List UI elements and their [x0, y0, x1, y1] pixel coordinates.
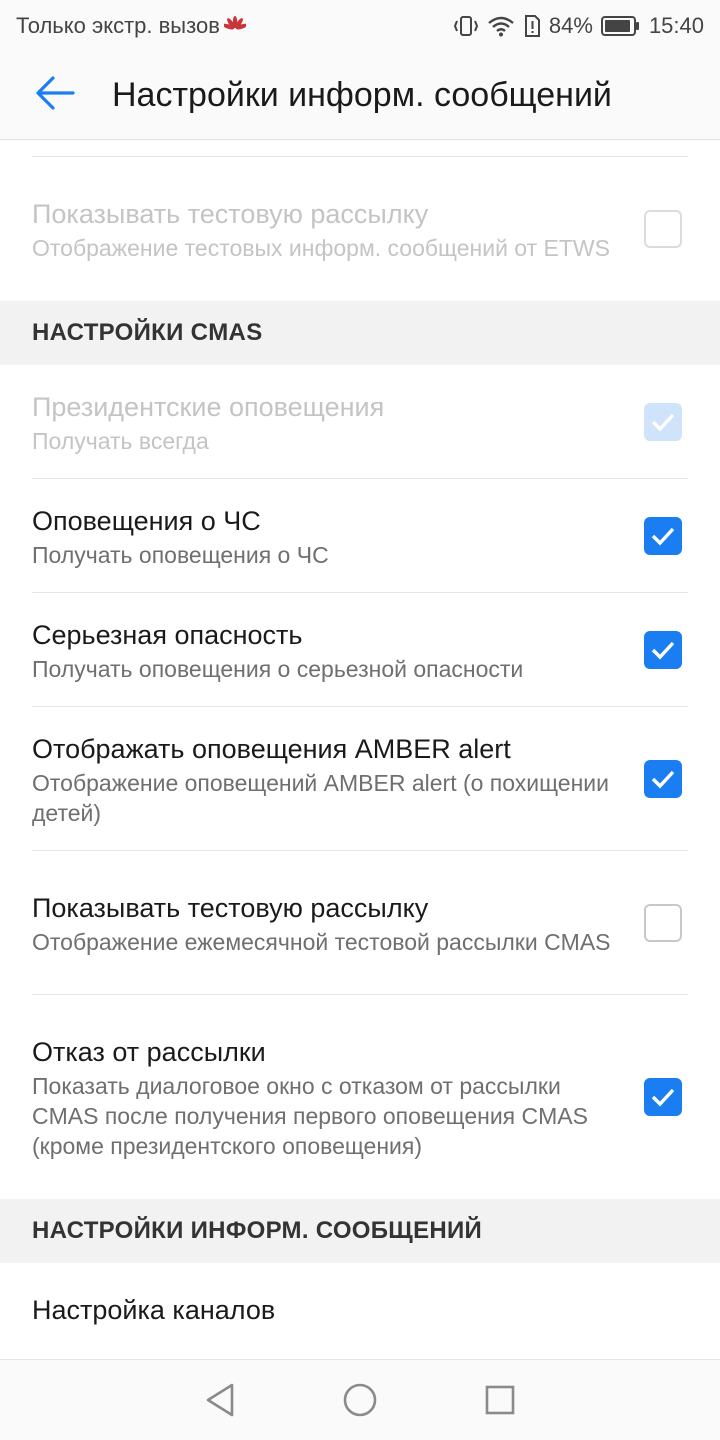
presidential-alerts-item: Президентские оповещения Получать всегда — [0, 365, 720, 479]
checkmark-icon — [651, 641, 675, 660]
back-button[interactable] — [0, 52, 110, 140]
etws-test-checkbox — [644, 210, 682, 248]
item-summary: Получать оповещения о ЧС — [32, 542, 329, 568]
amber-alert-item[interactable]: Отображать оповещения AMBER alert Отобра… — [0, 707, 720, 851]
item-summary: Отображение тестовых информ. сообщений о… — [32, 235, 610, 261]
item-title: Отображать оповещения AMBER alert — [32, 734, 511, 764]
item-title: Серьезная опасность — [32, 620, 303, 650]
nav-back-button[interactable] — [190, 1370, 250, 1430]
item-title: Настройка каналов — [32, 1295, 276, 1325]
carrier-text: Только экстр. вызов — [16, 13, 220, 38]
status-left: Только экстр. вызов — [16, 13, 246, 39]
scroll-remnant — [0, 141, 720, 157]
square-recents-icon — [485, 1385, 515, 1415]
status-right: 84% 15:40 — [453, 13, 704, 39]
item-title: Оповещения о ЧС — [32, 506, 261, 536]
emergency-alerts-checkbox[interactable] — [644, 517, 682, 555]
presidential-alerts-checkbox — [644, 403, 682, 441]
opt-out-checkbox[interactable] — [644, 1078, 682, 1116]
item-title: Показывать тестовую рассылку — [32, 199, 429, 229]
item-summary: Показать диалоговое окно с отказом от ра… — [32, 1073, 588, 1159]
item-summary: Отображение оповещений AMBER alert (о по… — [32, 770, 609, 826]
item-summary: Получать оповещения о серьезной опасност… — [32, 656, 524, 682]
checkmark-icon — [651, 770, 675, 789]
wifi-icon — [487, 15, 515, 37]
navigation-bar — [0, 1359, 720, 1440]
cmas-test-broadcast-item[interactable]: Показывать тестовую рассылку Отображение… — [0, 851, 720, 995]
severe-threat-item[interactable]: Серьезная опасность Получать оповещения … — [0, 593, 720, 707]
settings-list[interactable]: Показывать тестовую рассылку Отображение… — [0, 141, 720, 1359]
checkmark-icon — [651, 413, 675, 432]
emergency-alerts-item[interactable]: Оповещения о ЧС Получать оповещения о ЧС — [0, 479, 720, 593]
app-bar: Настройки информ. сообщений — [0, 52, 720, 140]
cmas-test-checkbox[interactable] — [644, 904, 682, 942]
amber-alert-checkbox[interactable] — [644, 760, 682, 798]
huawei-logo-icon — [223, 15, 246, 37]
vibrate-icon — [453, 14, 479, 38]
item-title: Показывать тестовую рассылку — [32, 893, 429, 923]
etws-test-broadcast-item: Показывать тестовую рассылку Отображение… — [0, 157, 720, 301]
battery-icon — [600, 15, 641, 37]
section-header-broadcast: НАСТРОЙКИ ИНФОРМ. СООБЩЕНИЙ — [0, 1199, 720, 1263]
checkmark-icon — [651, 1088, 675, 1107]
sim-alert-icon — [523, 14, 541, 38]
checkmark-icon — [651, 527, 675, 546]
item-title: Отказ от рассылки — [32, 1037, 266, 1067]
status-bar: Только экстр. вызов 84% 15:40 — [0, 0, 720, 52]
battery-percent: 84% — [548, 13, 593, 38]
clock: 15:40 — [648, 13, 704, 38]
item-summary: Отображение ежемесячной тестовой рассылк… — [32, 929, 611, 955]
arrow-left-icon — [35, 76, 75, 115]
item-summary: Получать всегда — [32, 428, 209, 454]
circle-home-icon — [343, 1383, 377, 1417]
item-title: Президентские оповещения — [32, 392, 385, 422]
channel-settings-item[interactable]: Настройка каналов — [0, 1263, 720, 1357]
severe-threat-checkbox[interactable] — [644, 631, 682, 669]
section-header-cmas: НАСТРОЙКИ CMAS — [0, 301, 720, 365]
nav-home-button[interactable] — [330, 1370, 390, 1430]
triangle-back-icon — [206, 1383, 234, 1417]
nav-recents-button[interactable] — [470, 1370, 530, 1430]
page-title: Настройки информ. сообщений — [112, 76, 612, 114]
opt-out-item[interactable]: Отказ от рассылки Показать диалоговое ок… — [0, 995, 720, 1199]
